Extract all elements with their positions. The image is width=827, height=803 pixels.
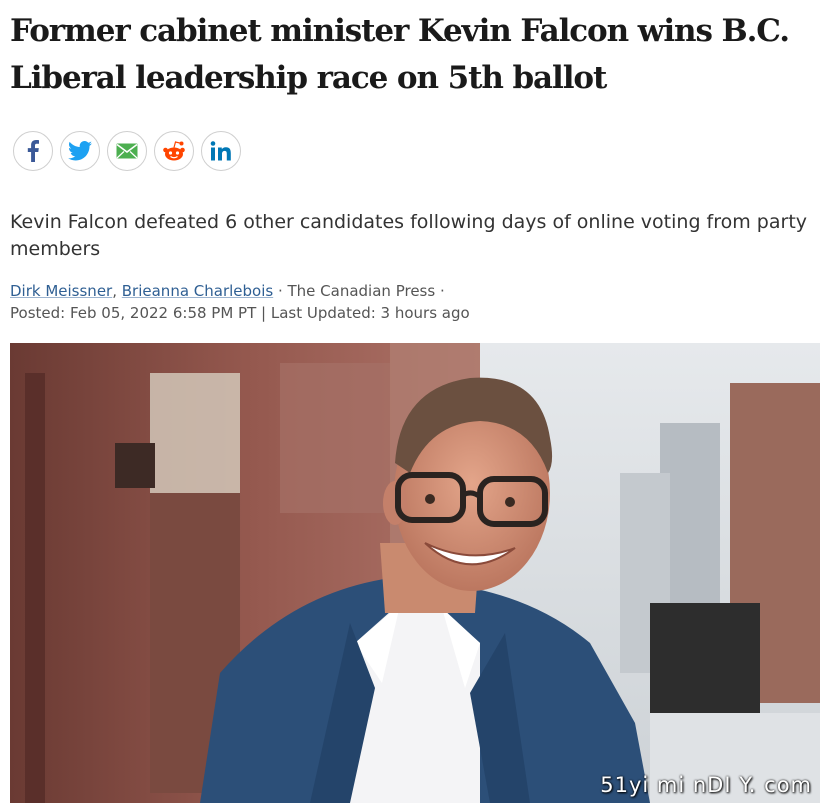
article-photo: 51yi mi nDI Y. com	[10, 343, 820, 803]
article-summary: Kevin Falcon defeated 6 other candidates…	[10, 211, 808, 260]
author-link[interactable]: Brieanna Charlebois	[122, 282, 273, 300]
linkedin-icon	[210, 141, 231, 161]
author-separator: ,	[112, 282, 122, 300]
photo-scene	[10, 343, 820, 803]
email-icon	[116, 143, 138, 159]
share-email-button[interactable]	[107, 131, 147, 171]
share-bar	[13, 131, 241, 171]
reddit-icon	[163, 141, 185, 161]
timestamp: Posted: Feb 05, 2022 6:58 PM PT | Last U…	[10, 304, 470, 322]
facebook-icon	[27, 140, 39, 162]
article-headline: Former cabinet minister Kevin Falcon win…	[10, 13, 790, 96]
share-facebook-button[interactable]	[13, 131, 53, 171]
watermark-text: 51yi mi nDI Y. com	[600, 773, 812, 797]
author-link[interactable]: Dirk Meissner	[10, 282, 112, 300]
share-linkedin-button[interactable]	[201, 131, 241, 171]
source-label: · The Canadian Press ·	[273, 282, 445, 300]
share-twitter-button[interactable]	[60, 131, 100, 171]
share-reddit-button[interactable]	[154, 131, 194, 171]
twitter-icon	[68, 141, 92, 161]
byline: Dirk Meissner, Brieanna Charlebois · The…	[10, 281, 445, 302]
